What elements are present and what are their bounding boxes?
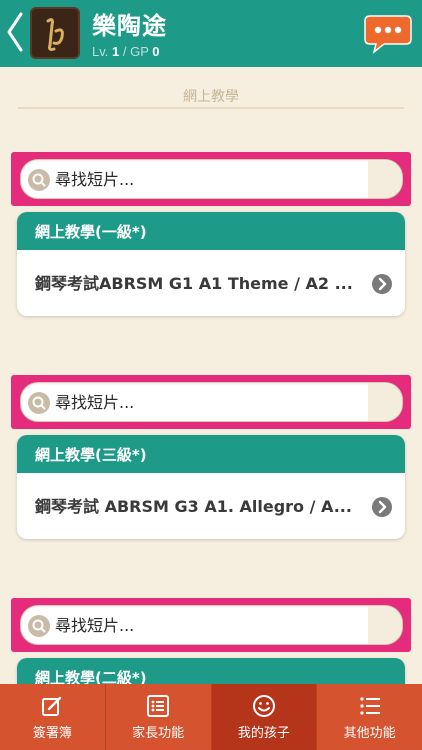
tab-label: 簽署簿: [32, 726, 72, 741]
list-icon: [147, 695, 170, 717]
video-list-item[interactable]: 鋼琴考試 ABRSM G3 A1. Allegro / A...: [17, 473, 405, 539]
tab-label: 我的孩子: [237, 726, 290, 741]
search-input[interactable]: [55, 612, 355, 638]
tab-parent-functions[interactable]: 家長功能: [106, 684, 212, 750]
search-box[interactable]: [20, 159, 403, 199]
tab-my-children[interactable]: 我的孩子: [211, 684, 318, 750]
search-box[interactable]: [20, 382, 403, 422]
card-category: 網上教學(一級*): [17, 212, 405, 250]
chevron-right-icon[interactable]: [372, 497, 392, 517]
back-chevron-icon[interactable]: [4, 8, 26, 56]
search-clear-area[interactable]: [368, 160, 402, 198]
search-icon: [28, 392, 50, 414]
video-title: 鋼琴考試ABRSM G1 A1 Theme / A2 ...: [35, 274, 353, 293]
tab-sign-book[interactable]: 簽署簿: [0, 684, 106, 750]
edit-icon: [42, 696, 62, 716]
search-clear-area[interactable]: [368, 606, 402, 644]
search-icon: [28, 169, 50, 191]
smile-icon: [252, 695, 275, 717]
search-input[interactable]: [55, 389, 355, 415]
level-label: Lv.: [92, 44, 109, 59]
tab-label: 其他功能: [343, 726, 396, 741]
chat-bubble-icon[interactable]: [364, 14, 412, 54]
video-card[interactable]: 網上教學(一級*) 鋼琴考試ABRSM G1 A1 Theme / A2 ...: [17, 212, 405, 316]
video-list-item[interactable]: 鋼琴考試ABRSM G1 A1 Theme / A2 ...: [17, 250, 405, 316]
gp-label: / GP: [122, 44, 149, 59]
search-input[interactable]: [55, 166, 355, 192]
app-header: 樂陶途 Lv. 1 / GP 0: [0, 0, 422, 67]
card-category: 網上教學(三級*): [17, 435, 405, 473]
user-level: Lv. 1 / GP 0: [92, 44, 160, 59]
video-card[interactable]: 網上教學(三級*) 鋼琴考試 ABRSM G3 A1. Allegro / A.…: [17, 435, 405, 539]
section-title: 網上教學: [183, 89, 239, 105]
app-logo: [30, 7, 80, 59]
bottom-tab-bar: 簽署簿 家長功能 我的孩子 其他功能: [0, 684, 422, 750]
search-icon: [28, 615, 50, 637]
tab-other-functions[interactable]: 其他功能: [317, 684, 422, 750]
level-value: 1: [112, 44, 120, 59]
chevron-right-icon[interactable]: [372, 274, 392, 294]
app-title: 樂陶途: [92, 12, 167, 40]
gp-value: 0: [152, 44, 160, 59]
section-divider: [18, 107, 404, 109]
menu-icon: [360, 697, 380, 715]
video-title: 鋼琴考試 ABRSM G3 A1. Allegro / A...: [35, 497, 352, 516]
tab-label: 家長功能: [132, 726, 185, 741]
search-clear-area[interactable]: [368, 383, 402, 421]
search-box[interactable]: [20, 605, 403, 645]
